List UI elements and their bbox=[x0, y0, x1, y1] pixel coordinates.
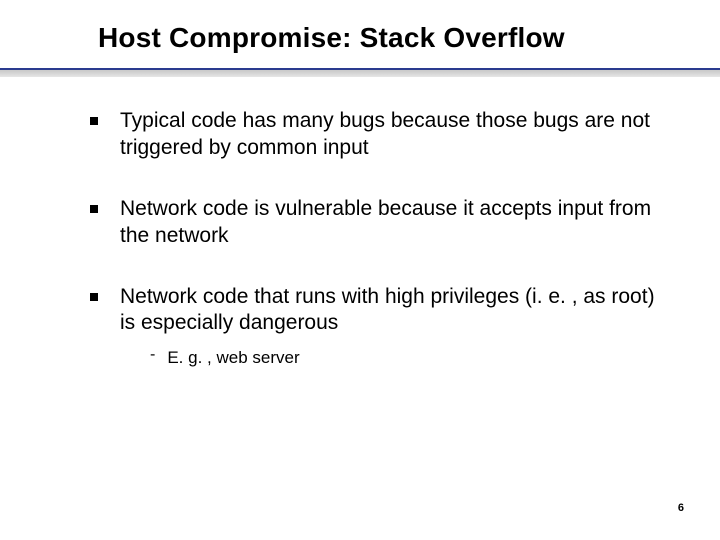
content-area: Typical code has many bugs because those… bbox=[0, 78, 720, 369]
page-number: 6 bbox=[678, 502, 684, 514]
rule-band bbox=[0, 70, 720, 77]
slide-title: Host Compromise: Stack Overflow bbox=[0, 0, 720, 54]
bullet-item: Typical code has many bugs because those… bbox=[90, 108, 660, 162]
sub-bullet-text: E. g. , web server bbox=[167, 347, 299, 369]
bullet-item: Network code that runs with high privile… bbox=[90, 284, 660, 370]
dash-bullet-icon: - bbox=[150, 346, 155, 364]
bullet-item: Network code is vulnerable because it ac… bbox=[90, 196, 660, 250]
square-bullet-icon bbox=[90, 293, 98, 301]
bullet-text: Network code that runs with high privile… bbox=[120, 284, 660, 338]
slide: Host Compromise: Stack Overflow Typical … bbox=[0, 0, 720, 540]
title-rule bbox=[0, 68, 720, 78]
bullet-text: Typical code has many bugs because those… bbox=[120, 108, 660, 162]
square-bullet-icon bbox=[90, 205, 98, 213]
bullet-text: Network code is vulnerable because it ac… bbox=[120, 196, 660, 250]
sub-bullet-item: - E. g. , web server bbox=[150, 347, 660, 369]
square-bullet-icon bbox=[90, 117, 98, 125]
